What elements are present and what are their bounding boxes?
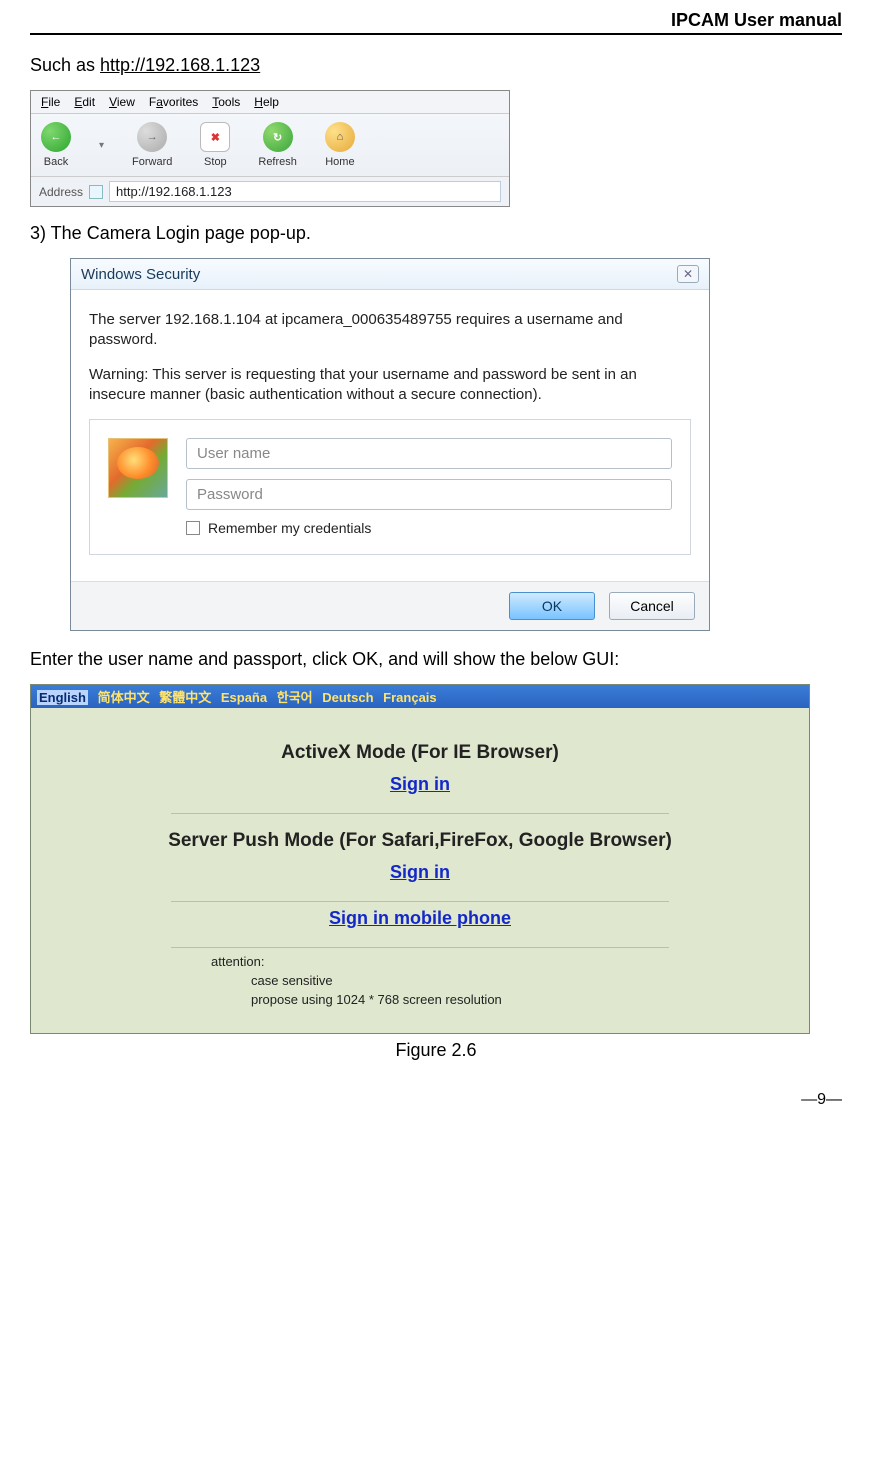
ok-button[interactable]: OK (509, 592, 595, 620)
arrow-right-icon: → (137, 122, 167, 152)
username-input[interactable]: User name (186, 438, 672, 469)
menu-file[interactable]: File (41, 95, 60, 109)
forward-button[interactable]: → Forward (132, 122, 172, 168)
menu-tools[interactable]: Tools (212, 95, 240, 109)
attention-line-1: case sensitive (251, 973, 749, 988)
home-button[interactable]: ⌂ Home (325, 122, 355, 168)
dialog-titlebar: Windows Security ✕ (71, 259, 709, 290)
menu-help[interactable]: Help (254, 95, 279, 109)
figure-security-dialog: Windows Security ✕ The server 192.168.1.… (70, 258, 710, 631)
attention-line-2: propose using 1024 * 768 screen resoluti… (251, 992, 749, 1007)
attention-label: attention: (211, 954, 749, 969)
ie-page-icon (89, 185, 103, 199)
mode-serverpush-title: Server Push Mode (For Safari,FireFox, Go… (91, 830, 749, 852)
lang-ko[interactable]: 한국어 (277, 690, 313, 705)
page-number: —9— (30, 1091, 842, 1109)
figure-web-gui: English 简体中文 繁體中文 España 한국어 Deutsch Fra… (30, 684, 810, 1034)
lang-english[interactable]: English (37, 690, 88, 705)
forward-label: Forward (132, 156, 172, 168)
separator (171, 813, 669, 814)
credential-box: User name Password Remember my credentia… (89, 419, 691, 555)
back-button[interactable]: ← Back (41, 122, 71, 168)
signin-serverpush-link[interactable]: Sign in (91, 862, 749, 883)
close-icon[interactable]: ✕ (677, 265, 699, 283)
intro-url: http://192.168.1.123 (100, 55, 260, 75)
refresh-label: Refresh (258, 156, 297, 168)
lang-de[interactable]: Deutsch (322, 690, 373, 705)
attention-block: attention: case sensitive propose using … (211, 954, 749, 1007)
home-label: Home (325, 156, 354, 168)
dialog-footer: OK Cancel (71, 581, 709, 630)
home-icon: ⌂ (325, 122, 355, 152)
intro-line: Such as http://192.168.1.123 (30, 55, 842, 76)
cancel-button[interactable]: Cancel (609, 592, 695, 620)
page-header: IPCAM User manual (30, 10, 842, 35)
after-dialog-text: Enter the user name and passport, click … (30, 649, 842, 670)
separator (171, 947, 669, 948)
address-bar: Address http://192.168.1.123 (31, 177, 509, 206)
lang-fr[interactable]: Français (383, 690, 436, 705)
remember-label: Remember my credentials (208, 520, 371, 536)
language-bar: English 简体中文 繁體中文 España 한국어 Deutsch Fra… (31, 685, 809, 708)
figure-browser-toolbar: File Edit View Favorites Tools Help ← Ba… (30, 90, 510, 207)
password-input[interactable]: Password (186, 479, 672, 510)
address-label: Address (39, 185, 83, 199)
toolbar: ← Back ▾ → Forward ✖ Stop ↻ Refresh ⌂ Ho… (31, 114, 509, 177)
signin-activex-link[interactable]: Sign in (91, 774, 749, 795)
lang-es[interactable]: España (221, 690, 267, 705)
refresh-button[interactable]: ↻ Refresh (258, 122, 297, 168)
checkbox-icon[interactable] (186, 521, 200, 535)
dialog-title: Windows Security (81, 266, 200, 283)
remember-row[interactable]: Remember my credentials (186, 520, 672, 536)
refresh-icon: ↻ (263, 122, 293, 152)
back-label: Back (44, 156, 68, 168)
gui-content: ActiveX Mode (For IE Browser) Sign in Se… (31, 708, 809, 1033)
dialog-body: The server 192.168.1.104 at ipcamera_000… (71, 290, 709, 581)
menu-edit[interactable]: Edit (74, 95, 95, 109)
stop-label: Stop (204, 156, 227, 168)
lang-zh-simplified[interactable]: 简体中文 (98, 690, 150, 705)
arrow-left-icon: ← (41, 122, 71, 152)
lang-zh-traditional[interactable]: 繁體中文 (159, 690, 211, 705)
mode-activex-title: ActiveX Mode (For IE Browser) (91, 742, 749, 764)
stop-button[interactable]: ✖ Stop (200, 122, 230, 168)
address-input[interactable]: http://192.168.1.123 (109, 181, 501, 202)
figure-caption: Figure 2.6 (30, 1040, 842, 1061)
intro-prefix: Such as (30, 55, 100, 75)
menu-favorites[interactable]: Favorites (149, 95, 198, 109)
dialog-message-2: Warning: This server is requesting that … (89, 365, 691, 406)
step-3-text: 3) The Camera Login page pop-up. (30, 223, 842, 244)
toolbar-separator: ▾ (99, 140, 104, 151)
stop-icon: ✖ (200, 122, 230, 152)
dialog-message-1: The server 192.168.1.104 at ipcamera_000… (89, 310, 691, 351)
menu-view[interactable]: View (109, 95, 135, 109)
menubar: File Edit View Favorites Tools Help (31, 91, 509, 114)
separator (171, 901, 669, 902)
credential-icon (108, 438, 168, 498)
signin-mobile-link[interactable]: Sign in mobile phone (91, 908, 749, 929)
